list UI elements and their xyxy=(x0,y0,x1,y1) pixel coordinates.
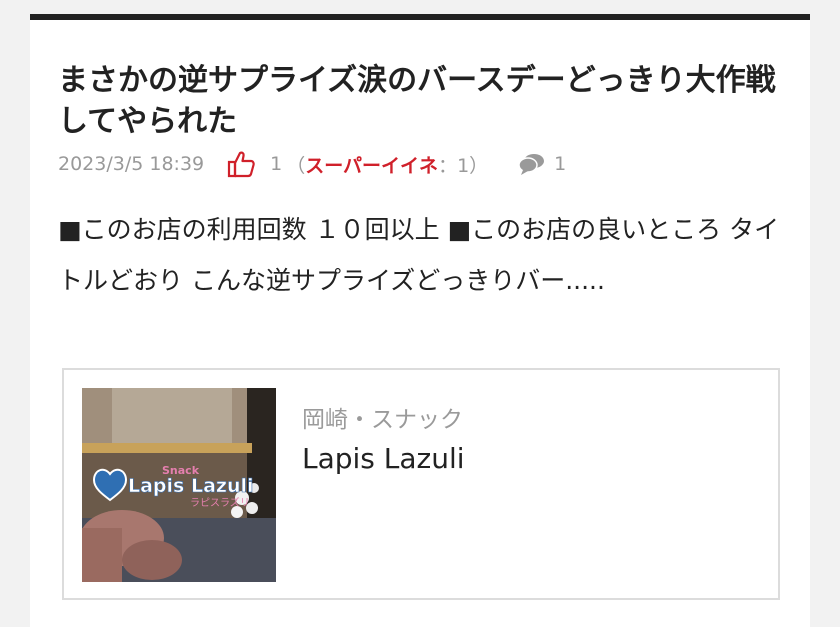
logo-kana-text: ラピスラズリ xyxy=(190,496,250,509)
comment-bubbles-icon[interactable] xyxy=(518,152,546,176)
shop-thumbnail[interactable]: Snack Lapis Lazuli ラピスラズリ xyxy=(82,388,276,582)
like-count: 1 xyxy=(270,153,283,175)
super-like-label[interactable]: スーパーイイネ xyxy=(305,151,438,178)
shop-name[interactable]: Lapis Lazuli xyxy=(302,442,465,475)
shop-card[interactable]: Snack Lapis Lazuli ラピスラズリ 岡崎・スナック Lapis … xyxy=(62,368,780,600)
super-like-count: ：1） xyxy=(438,154,489,177)
review-meta: 2023/3/5 18:39 1 （ スーパーイイネ ：1） 1 xyxy=(58,150,570,178)
shop-category: 岡崎・スナック xyxy=(302,407,463,433)
review-excerpt[interactable]: ■このお店の利用回数 １０回以上 ■このお店の良いところ タイトルどおり こんな… xyxy=(58,204,788,306)
super-like-open: （ xyxy=(286,154,306,177)
thumbs-up-icon[interactable] xyxy=(226,150,256,178)
comment-count: 1 xyxy=(554,153,567,175)
logo-main-text: Lapis Lazuli xyxy=(128,475,254,497)
review-card[interactable]: まさかの逆サプライズ涙のバースデーどっきり大作戦してやられた 2023/3/5 … xyxy=(30,14,810,627)
review-title[interactable]: まさかの逆サプライズ涙のバースデーどっきり大作戦してやられた xyxy=(58,60,788,142)
post-date: 2023/3/5 18:39 xyxy=(58,153,205,175)
